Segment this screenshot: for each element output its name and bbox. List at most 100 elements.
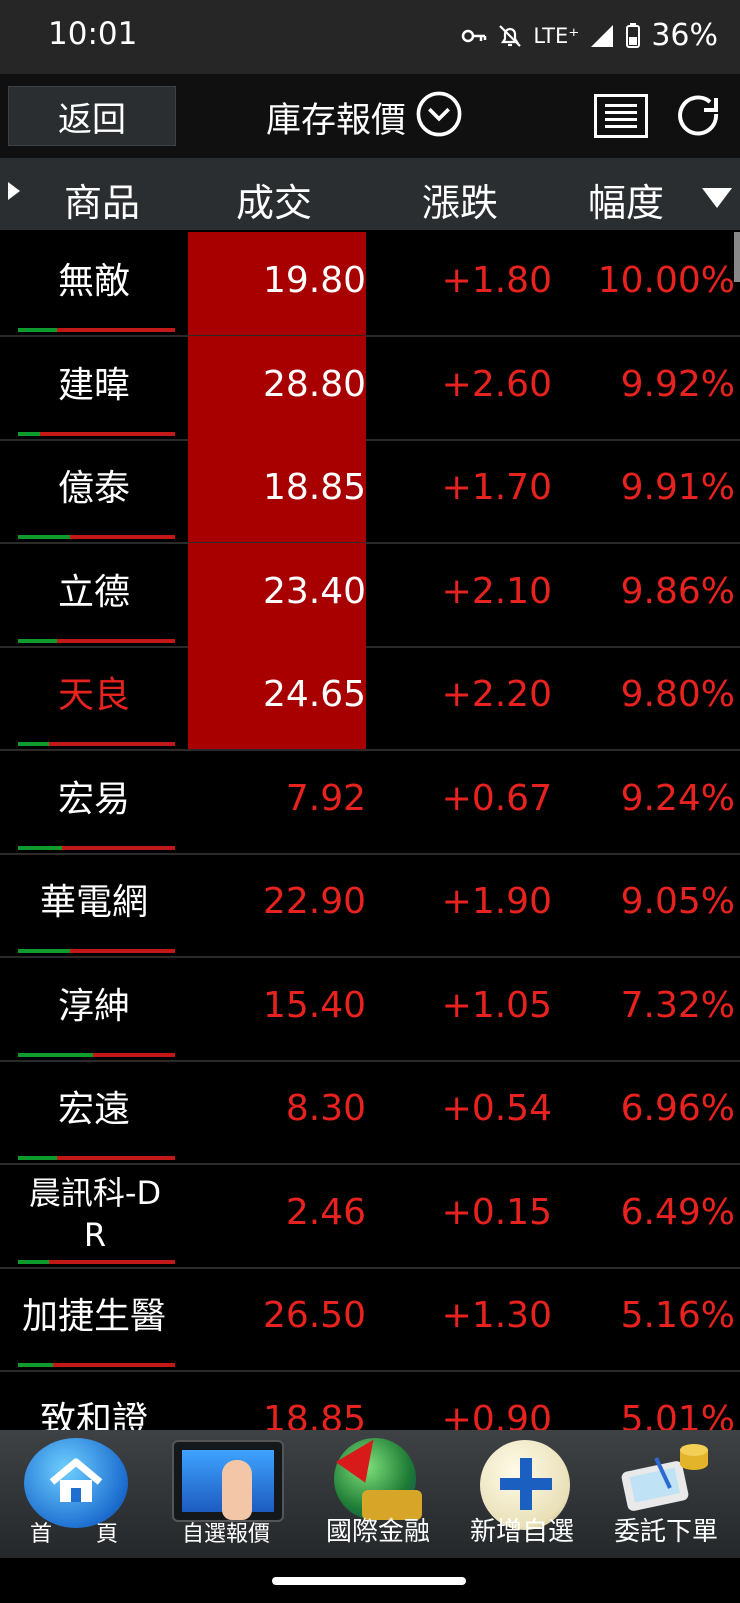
list-menu-icon[interactable] [594, 94, 648, 138]
price-change: +1.90 [441, 881, 552, 922]
quote-row[interactable]: 華電網 22.90 +1.90 9.05% [0, 853, 740, 958]
bid-ask-bar [18, 845, 175, 850]
quote-row[interactable]: 無敵 19.80 +1.80 10.00% [0, 232, 740, 337]
quote-row[interactable]: 致和證 18.85 +0.90 5.01% [0, 1371, 740, 1431]
bid-ask-bar [18, 742, 175, 746]
ask-bar [52, 1363, 175, 1367]
change-percent: 6.49% [620, 1191, 735, 1233]
quote-row[interactable]: 建暐 28.80 +2.60 9.92% [0, 335, 740, 441]
ask-bar [49, 1259, 175, 1264]
bid-ask-bar [18, 1259, 175, 1264]
nav-home[interactable]: 首 頁 [0, 1430, 148, 1558]
nav-home-label: 首 頁 [29, 1522, 118, 1547]
house-icon [49, 1458, 103, 1502]
quote-row[interactable]: 宏遠 8.30 +0.54 6.96% [0, 1060, 740, 1165]
trade-price: 28.80 [262, 363, 366, 405]
product-name[interactable]: 晨訊科-DR [14, 1164, 176, 1264]
ask-bar [57, 638, 175, 643]
column-percent[interactable]: 幅度 [588, 172, 664, 227]
product-name[interactable]: 億泰 [10, 439, 178, 539]
price-change: +2.20 [441, 674, 552, 715]
vpn-key-icon [462, 29, 487, 42]
product-name[interactable]: 建暐 [10, 336, 178, 436]
bid-bar [18, 328, 58, 332]
quote-row[interactable]: 淳紳 15.40 +1.05 7.32% [0, 957, 740, 1062]
column-product[interactable]: 商品 [64, 172, 140, 227]
nav-watchlist-label: 自選報價 [181, 1522, 270, 1547]
product-name[interactable]: 加捷生醫 [10, 1267, 178, 1367]
ask-bar [69, 535, 175, 539]
trade-price: 18.85 [262, 467, 366, 508]
trade-price: 7.92 [285, 777, 366, 819]
ask-bar [49, 742, 175, 746]
sort-down-icon[interactable] [702, 188, 732, 208]
product-name[interactable]: 華電網 [10, 853, 178, 953]
trade-price: 18.85 [262, 1398, 366, 1431]
trade-price: 2.46 [285, 1191, 366, 1233]
product-name[interactable]: 淳紳 [10, 957, 178, 1057]
hand-icon [222, 1460, 252, 1520]
back-button[interactable]: 返回 [8, 86, 176, 146]
trade-price: 26.50 [262, 1295, 366, 1336]
page-title[interactable]: 庫存報價 [266, 92, 406, 143]
quote-row[interactable]: 晨訊科-DR 2.46 +0.15 6.49% [0, 1164, 740, 1269]
change-percent: 7.32% [620, 984, 735, 1026]
price-change: +1.30 [441, 1295, 552, 1336]
bid-ask-bar [18, 535, 175, 539]
nav-watchlist[interactable]: 自選報價 [152, 1430, 300, 1558]
quote-row[interactable]: 宏易 7.92 +0.67 9.24% [0, 750, 740, 855]
price-change: +1.70 [441, 467, 552, 508]
change-percent: 5.16% [620, 1295, 735, 1336]
nav-intl[interactable]: 國際金融 [304, 1429, 452, 1558]
bid-ask-bar [18, 1156, 175, 1160]
bid-ask-bar [18, 1052, 175, 1057]
bid-bar [18, 1052, 94, 1057]
price-change: +0.90 [441, 1398, 552, 1431]
bid-bar [18, 742, 50, 746]
product-name[interactable]: 立德 [10, 543, 178, 643]
quote-row[interactable]: 加捷生醫 26.50 +1.30 5.16% [0, 1267, 740, 1372]
product-name[interactable]: 無敵 [10, 232, 178, 332]
ask-bar [39, 431, 175, 436]
column-header: 商品 成交 漲跌 幅度 [0, 158, 740, 230]
quote-row[interactable]: 天良 24.65 +2.20 9.80% [0, 646, 740, 751]
bid-bar [18, 431, 40, 436]
order-tablet-icon [621, 1444, 708, 1511]
product-name[interactable]: 致和證 [10, 1371, 178, 1431]
expand-triangle-icon[interactable] [8, 182, 20, 200]
bid-bar [18, 1156, 58, 1160]
status-time: 10:01 [48, 16, 138, 52]
product-name[interactable]: 宏易 [10, 750, 178, 850]
quote-row[interactable]: 立德 23.40 +2.10 9.86% [0, 542, 740, 648]
nav-add-label: 新增自選 [469, 1517, 574, 1547]
nav-intl-label: 國際金融 [325, 1517, 430, 1547]
quote-list: 無敵 19.80 +1.80 10.00% 建暐 28.80 +2.60 9.92% 億泰 18.… [0, 232, 740, 1430]
trade-price: 8.30 [285, 1088, 366, 1129]
scrollbar[interactable] [734, 232, 740, 282]
price-change: +1.80 [441, 260, 552, 301]
change-percent: 10.00% [597, 260, 735, 301]
price-change: +2.10 [441, 570, 552, 612]
change-percent: 9.92% [620, 363, 735, 405]
refresh-icon[interactable] [672, 90, 724, 142]
battery-icon [626, 22, 641, 48]
ask-bar [57, 328, 175, 332]
status-bar: 10:01 LTE⁺ 36% [0, 0, 740, 74]
chevron-down-icon[interactable] [416, 91, 462, 137]
column-price[interactable]: 成交 [236, 172, 312, 227]
bid-bar [18, 949, 70, 953]
trade-price: 15.40 [262, 984, 366, 1026]
nav-order[interactable]: 委託下單 [592, 1430, 740, 1558]
nav-add[interactable]: 新增自選 [448, 1430, 596, 1558]
product-name[interactable]: 天良 [10, 646, 178, 746]
column-change[interactable]: 漲跌 [422, 172, 498, 227]
change-percent: 9.91% [620, 467, 735, 508]
change-percent: 9.05% [620, 881, 735, 922]
price-change: +2.60 [441, 363, 552, 405]
trade-price: 24.65 [262, 674, 366, 715]
quote-row[interactable]: 億泰 18.85 +1.70 9.91% [0, 439, 740, 544]
gesture-bar[interactable] [272, 1577, 466, 1585]
product-name[interactable]: 宏遠 [10, 1060, 178, 1160]
bid-bar [18, 1259, 50, 1264]
nav-order-label: 委託下單 [613, 1517, 718, 1547]
